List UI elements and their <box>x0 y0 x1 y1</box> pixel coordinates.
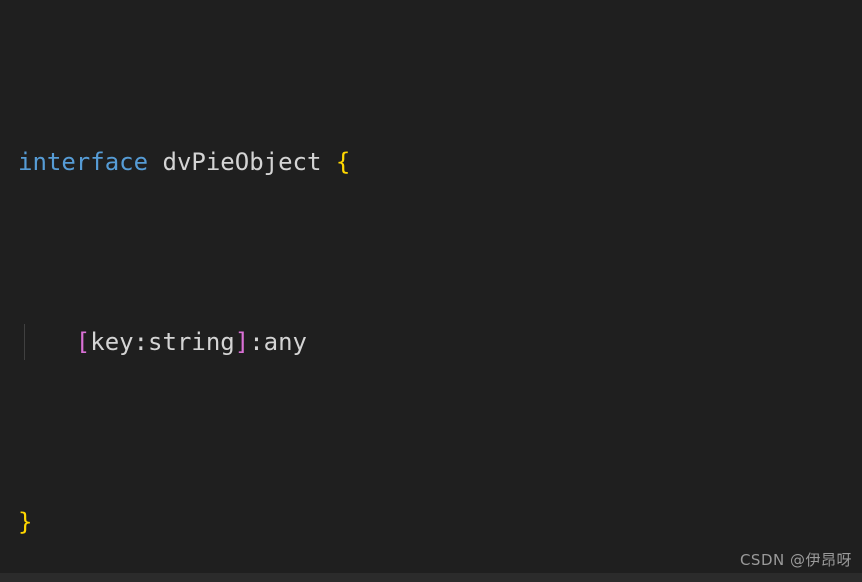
editor-bottom-strip <box>0 573 862 582</box>
keyword-interface: interface <box>18 148 149 176</box>
csdn-watermark: CSDN @伊昂呀 <box>739 551 852 569</box>
code-editor-surface[interactable]: interface dvPieObject { [key:string]:any… <box>0 0 862 570</box>
code-line-3[interactable]: } <box>0 504 862 540</box>
type-name-dvpieobject: dvPieObject <box>162 148 322 176</box>
close-brace-level1: } <box>18 508 33 536</box>
code-line-1[interactable]: interface dvPieObject { <box>0 144 862 180</box>
open-bracket-index-signature: [ <box>75 328 91 356</box>
index-signature-key: key:string <box>90 328 235 356</box>
code-line-2[interactable]: [key:string]:any <box>0 324 862 360</box>
close-bracket-index-signature: ] <box>234 328 250 356</box>
open-brace-level1: { <box>335 148 351 176</box>
code-screenshot: interface dvPieObject { [key:string]:any… <box>0 0 862 582</box>
index-signature-type: :any <box>249 328 307 356</box>
